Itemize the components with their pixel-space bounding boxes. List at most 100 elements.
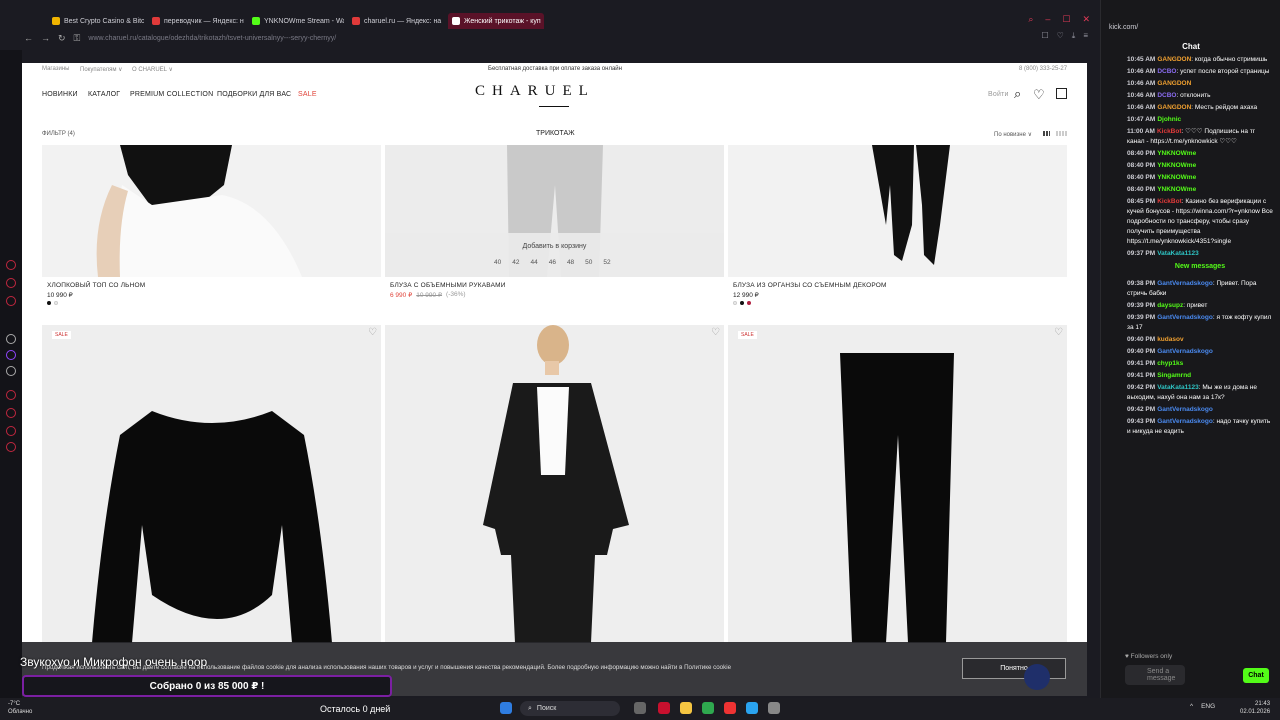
message-username[interactable]: GantVernadskogo <box>1157 280 1213 287</box>
app-icon[interactable] <box>634 702 646 714</box>
message-username[interactable]: GantVernadskogo <box>1157 348 1213 355</box>
language[interactable]: ENG <box>1201 703 1215 710</box>
message-username[interactable]: VataKata1123 <box>1157 384 1199 391</box>
browser-tab[interactable]: Best Crypto Casino & Bitc <box>48 13 144 29</box>
message-username[interactable]: KickBot <box>1157 128 1182 135</box>
message-username[interactable]: DCBO <box>1157 68 1176 75</box>
about-link[interactable]: О CHARUEL ∨ <box>132 66 173 73</box>
message-username[interactable]: GANGDON <box>1157 80 1191 87</box>
message-username[interactable]: KickBot <box>1157 198 1182 205</box>
product-image[interactable] <box>728 145 1067 277</box>
swatch-white[interactable] <box>54 301 58 305</box>
filter-button[interactable]: ФИЛЬТР (4) <box>42 131 75 137</box>
message-username[interactable]: YNKNOWme <box>1157 174 1196 181</box>
sidebar-icon[interactable] <box>6 390 16 400</box>
taskbar-search[interactable]: ⌕ Поиск <box>520 701 620 716</box>
chat-url[interactable]: kick.com/ <box>1109 24 1138 31</box>
browser-tab[interactable]: charuel.ru — Яндекс: на <box>348 13 444 29</box>
settings-icon[interactable] <box>768 702 780 714</box>
forward-icon[interactable]: → <box>41 33 50 43</box>
message-username[interactable]: GantVernadskogo <box>1157 406 1213 413</box>
product-image[interactable]: SALE ♡ <box>42 325 381 643</box>
telegram-icon[interactable] <box>746 702 758 714</box>
browser-tab[interactable]: Женский трикотаж - куп <box>448 13 544 29</box>
browser-tab[interactable]: YNKNOWme Stream - Wa <box>248 13 344 29</box>
reload-icon[interactable]: ↻ <box>58 33 66 44</box>
login-link[interactable]: Войти <box>988 91 1009 98</box>
message-username[interactable]: GANGDON <box>1157 56 1191 63</box>
back-icon[interactable]: ← <box>24 33 33 43</box>
swatch-white[interactable] <box>733 301 737 305</box>
sidebar-icon[interactable] <box>6 296 16 306</box>
menu-new[interactable]: НОВИНКИ <box>42 91 78 98</box>
product-name[interactable]: БЛУЗА ИЗ ОРГАНЗЫ СО СЪЕМНЫМ ДЕКОРОМ <box>733 282 887 289</box>
settings-icon[interactable] <box>6 442 16 452</box>
message-username[interactable]: YNKNOWme <box>1157 186 1196 193</box>
product-image[interactable]: ♡ <box>385 325 724 643</box>
start-icon[interactable] <box>500 702 512 714</box>
menu-sale[interactable]: SALE <box>298 91 317 98</box>
download-icon[interactable]: ⤓ <box>1072 31 1076 41</box>
sidebar-icon[interactable] <box>6 408 16 418</box>
swatch-black[interactable] <box>47 301 51 305</box>
folder-icon[interactable] <box>680 702 692 714</box>
x-icon[interactable] <box>6 366 16 376</box>
size-option[interactable]: 52 <box>603 259 610 266</box>
message-username[interactable]: YNKNOWme <box>1157 162 1196 169</box>
stores-link[interactable]: Магазины <box>42 66 69 72</box>
wishlist-heart-icon[interactable]: ♡ <box>1054 328 1064 338</box>
support-chat-button[interactable] <box>1024 664 1050 690</box>
message-username[interactable]: GantVernadskogo <box>1157 314 1213 321</box>
cart-icon[interactable] <box>1056 88 1067 99</box>
minimize-icon[interactable]: – <box>1045 14 1050 25</box>
message-username[interactable]: Djohnic <box>1157 116 1181 123</box>
search-icon[interactable]: ⌕ <box>1028 14 1033 25</box>
size-option[interactable]: 40 <box>494 259 501 266</box>
size-option[interactable]: 42 <box>512 259 519 266</box>
product-name[interactable]: ХЛОПКОВЫЙ ТОП СО ЛЬНОМ <box>47 282 145 289</box>
opera-icon[interactable] <box>658 702 670 714</box>
message-username[interactable]: DCBO <box>1157 92 1176 99</box>
message-username[interactable]: GantVernadskogo <box>1157 418 1213 425</box>
product-image[interactable]: SALE ♡ <box>728 325 1067 643</box>
cookie-accept-button[interactable]: Понятно <box>962 658 1066 679</box>
product-name[interactable]: БЛУЗА С ОБЪЕМНЫМИ РУКАВАМИ <box>390 282 506 289</box>
sidebar-icon[interactable] <box>6 334 16 344</box>
menu-selections[interactable]: ПОДБОРКИ ДЛЯ ВАС <box>217 91 291 98</box>
message-username[interactable]: Singamrnd <box>1157 372 1191 379</box>
sidebar-icon[interactable] <box>6 426 16 436</box>
url-field[interactable]: www.charuel.ru/catalogue/odezhda/trikota… <box>88 35 336 42</box>
add-to-cart-button[interactable]: Добавить в корзину <box>385 243 724 250</box>
sidebar-icon[interactable] <box>6 278 16 288</box>
size-option[interactable]: 50 <box>585 259 592 266</box>
message-username[interactable]: kudasov <box>1157 336 1183 343</box>
grid-dense-icon[interactable] <box>1056 131 1067 136</box>
grid-view-icon[interactable] <box>1043 131 1050 136</box>
sort-select[interactable]: По новизне ∨ <box>994 131 1032 138</box>
product-image[interactable]: Добавить в корзину 40 42 44 46 48 50 52 <box>385 145 724 277</box>
menu-catalog[interactable]: КАТАЛОГ <box>88 91 120 98</box>
yandex-icon[interactable] <box>724 702 736 714</box>
message-username[interactable]: chyp1ks <box>1157 360 1183 367</box>
heart-icon[interactable]: ♡ <box>1057 31 1064 41</box>
phone-number[interactable]: 8 (800) 333-25-27 <box>1019 66 1067 72</box>
chevron-up-icon[interactable]: ^ <box>1190 703 1193 710</box>
menu-premium[interactable]: PREMIUM COLLECTION <box>130 91 213 98</box>
product-image[interactable] <box>42 145 381 277</box>
size-option[interactable]: 44 <box>530 259 537 266</box>
clock[interactable]: 21:43 02.01.2026 <box>1240 700 1270 716</box>
sidebar-icon[interactable] <box>6 260 16 270</box>
bookmark-icon[interactable]: ☐ <box>1041 31 1048 41</box>
site-logo[interactable]: CHARUEL <box>475 83 595 100</box>
send-message-input[interactable]: Send a message <box>1125 665 1185 685</box>
maximize-icon[interactable]: ☐ <box>1062 14 1070 25</box>
browser-tab[interactable]: переводчик — Яндекс: н <box>148 13 244 29</box>
message-username[interactable]: VataKata1123 <box>1157 250 1199 257</box>
app-icon[interactable] <box>702 702 714 714</box>
twitch-icon[interactable] <box>6 350 16 360</box>
search-icon[interactable]: ⌕ <box>1014 86 1021 102</box>
menu-icon[interactable]: ≡ <box>1083 31 1088 41</box>
chat-send-button[interactable]: Chat <box>1243 668 1269 683</box>
message-username[interactable]: GANGDON <box>1157 104 1191 111</box>
message-username[interactable]: daysupz <box>1157 302 1183 309</box>
